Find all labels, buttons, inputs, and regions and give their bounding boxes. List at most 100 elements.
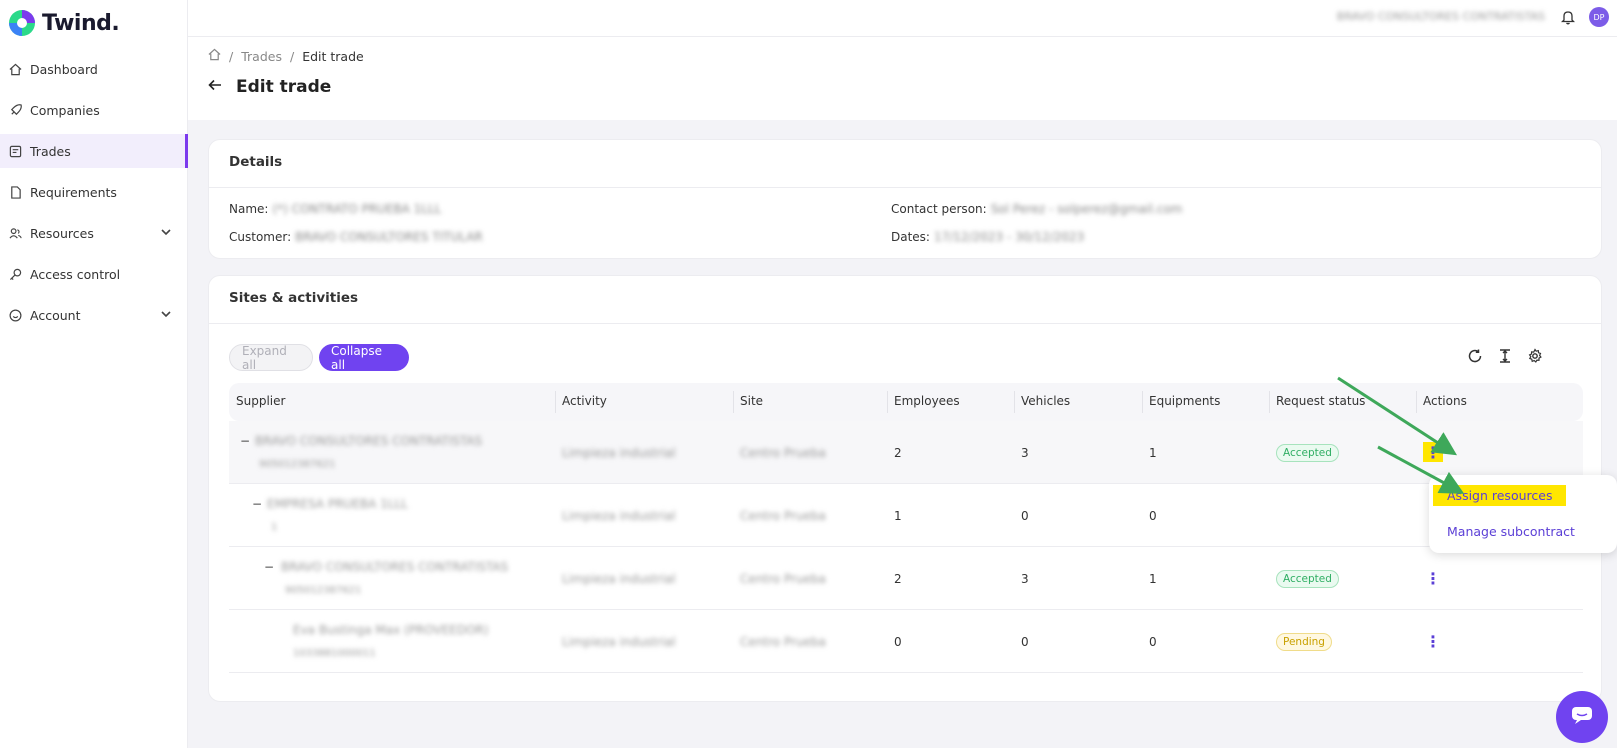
collapse-row-icon[interactable]: −: [240, 434, 250, 448]
divider: [209, 187, 1601, 188]
detail-name: Name: (*) CONTRATO PRUEBA 1LLL: [229, 202, 441, 216]
page-title-row: Edit trade: [208, 77, 331, 97]
home-icon[interactable]: [208, 48, 221, 64]
detail-customer: Customer: BRAVO CONSULTORES TITULAR: [229, 230, 483, 244]
topbar: BRAVO CONSULTORES CONTRATISTAS DP: [188, 0, 1617, 37]
user-name[interactable]: BRAVO CONSULTORES CONTRATISTAS: [1337, 10, 1545, 23]
chevron-down-icon[interactable]: [160, 308, 174, 322]
column-divider[interactable]: [733, 391, 734, 413]
chat-button[interactable]: [1556, 691, 1608, 743]
sidebar-item-label: Access control: [30, 266, 121, 282]
chevron-down-icon[interactable]: [160, 226, 174, 240]
avatar[interactable]: DP: [1589, 7, 1609, 27]
sidebar-item-trades[interactable]: Trades: [0, 134, 188, 168]
activity: Limpieza industrial: [562, 446, 676, 460]
assign-resources-menu-item[interactable]: Assign resources: [1433, 485, 1567, 506]
column-divider[interactable]: [1269, 391, 1270, 413]
page-title: Edit trade: [236, 77, 332, 97]
column-divider[interactable]: [1014, 391, 1015, 413]
column-header[interactable]: Actions: [1423, 394, 1467, 408]
chat-icon: [1571, 705, 1593, 729]
column-divider[interactable]: [555, 391, 556, 413]
sidebar-item-access-control[interactable]: Access control: [0, 257, 188, 291]
collapse-row-icon[interactable]: −: [252, 497, 262, 511]
logo[interactable]: Twind.: [8, 8, 120, 38]
breadcrumb-trades[interactable]: Trades: [241, 49, 282, 64]
breadcrumb: / Trades / Edit trade: [208, 48, 364, 64]
table-row[interactable]: − EMPRESA PRUEBA 1LLL 1 Limpieza industr…: [229, 484, 1583, 547]
rocket-icon: [8, 103, 22, 117]
sidebar: Twind. Dashboard Companies Trades Requir…: [0, 0, 188, 748]
employees: 2: [894, 572, 902, 586]
users-icon: [8, 226, 22, 240]
contact-value: Sol Perez - solperez@gmail.com: [990, 202, 1183, 216]
kebab-menu-icon[interactable]: ⋮: [1423, 568, 1443, 588]
kebab-menu-icon[interactable]: ⋮: [1423, 631, 1443, 651]
employees: 0: [894, 635, 902, 649]
sidebar-item-label: Dashboard: [30, 61, 98, 77]
activity: Limpieza industrial: [562, 509, 676, 523]
bell-icon[interactable]: [1560, 9, 1577, 27]
table-row[interactable]: Eva Bustinga Max (PROVEEDOR) 10338810000…: [229, 610, 1583, 673]
sites-title: Sites & activities: [229, 290, 359, 306]
vehicles: 0: [1021, 635, 1029, 649]
gear-icon[interactable]: [1527, 348, 1545, 366]
column-header[interactable]: Supplier: [236, 394, 285, 408]
breadcrumb-separator: /: [289, 48, 295, 64]
column-header[interactable]: Request status: [1276, 394, 1365, 408]
vehicles: 0: [1021, 509, 1029, 523]
activity: Limpieza industrial: [562, 572, 676, 586]
detail-contact: Contact person: Sol Perez - solperez@gma…: [891, 202, 1182, 216]
sidebar-item-label: Requirements: [30, 184, 117, 200]
supplier-tax-id: 905012387621: [285, 585, 362, 596]
supplier-tax-id: 1033881000011: [293, 648, 376, 659]
site: Centro Prueba: [740, 509, 826, 523]
expand-all-button[interactable]: Expand all: [229, 344, 313, 372]
supplier-name: EMPRESA PRUEBA 1LLL: [267, 497, 408, 511]
column-header[interactable]: Employees: [894, 394, 960, 408]
kebab-menu-icon[interactable]: ⋮: [1423, 442, 1443, 462]
column-divider[interactable]: [1142, 391, 1143, 413]
text-height-icon[interactable]: [1497, 348, 1515, 366]
vehicles: 3: [1021, 446, 1029, 460]
manage-subcontract-menu-item[interactable]: Manage subcontract: [1447, 524, 1575, 539]
column-header[interactable]: Site: [740, 394, 763, 408]
logo-text: Twind.: [42, 10, 120, 36]
employees: 2: [894, 446, 902, 460]
sidebar-item-requirements[interactable]: Requirements: [0, 175, 188, 209]
employees: 1: [894, 509, 902, 523]
column-header[interactable]: Activity: [562, 394, 607, 408]
refresh-icon[interactable]: [1467, 348, 1485, 366]
sidebar-item-account[interactable]: Account: [0, 298, 188, 332]
sidebar-item-label: Companies: [30, 102, 100, 118]
actions-dropdown-menu: Assign resources Manage subcontract: [1429, 475, 1617, 553]
activity: Limpieza industrial: [562, 635, 676, 649]
back-arrow-icon[interactable]: [208, 77, 222, 97]
equipments: 1: [1149, 572, 1157, 586]
column-header[interactable]: Equipments: [1149, 394, 1220, 408]
column-divider[interactable]: [1416, 391, 1417, 413]
sidebar-item-resources[interactable]: Resources: [0, 216, 188, 250]
collapse-all-button[interactable]: Collapse all: [319, 344, 409, 372]
supplier-tax-id: 1: [271, 522, 278, 533]
column-header[interactable]: Vehicles: [1021, 394, 1070, 408]
sidebar-item-companies[interactable]: Companies: [0, 93, 188, 127]
vehicles: 3: [1021, 572, 1029, 586]
column-divider[interactable]: [887, 391, 888, 413]
customer-value: BRAVO CONSULTORES TITULAR: [295, 230, 483, 244]
dates-value: 17/12/2023 - 30/12/2023: [933, 230, 1085, 244]
document-icon: [8, 185, 22, 199]
sidebar-item-label: Account: [30, 307, 81, 323]
supplier-tax-id: 905012387621: [259, 459, 336, 470]
collapse-row-icon[interactable]: −: [264, 560, 274, 574]
sidebar-item-dashboard[interactable]: Dashboard: [0, 52, 188, 86]
detail-dates: Dates: 17/12/2023 - 30/12/2023: [891, 230, 1084, 244]
equipments: 0: [1149, 509, 1157, 523]
table-row[interactable]: − BRAVO CONSULTORES CONTRATISTAS 9050123…: [229, 547, 1583, 610]
name-value: (*) CONTRATO PRUEBA 1LLL: [272, 202, 442, 216]
status-badge: Accepted: [1276, 570, 1339, 588]
sites-card: Sites & activities Expand all Collapse a…: [208, 275, 1602, 702]
smile-icon: [8, 308, 22, 322]
table-row[interactable]: − BRAVO CONSULTORES CONTRATISTAS 9050123…: [229, 421, 1583, 484]
page-header: / Trades / Edit trade Edit trade: [188, 37, 1617, 120]
